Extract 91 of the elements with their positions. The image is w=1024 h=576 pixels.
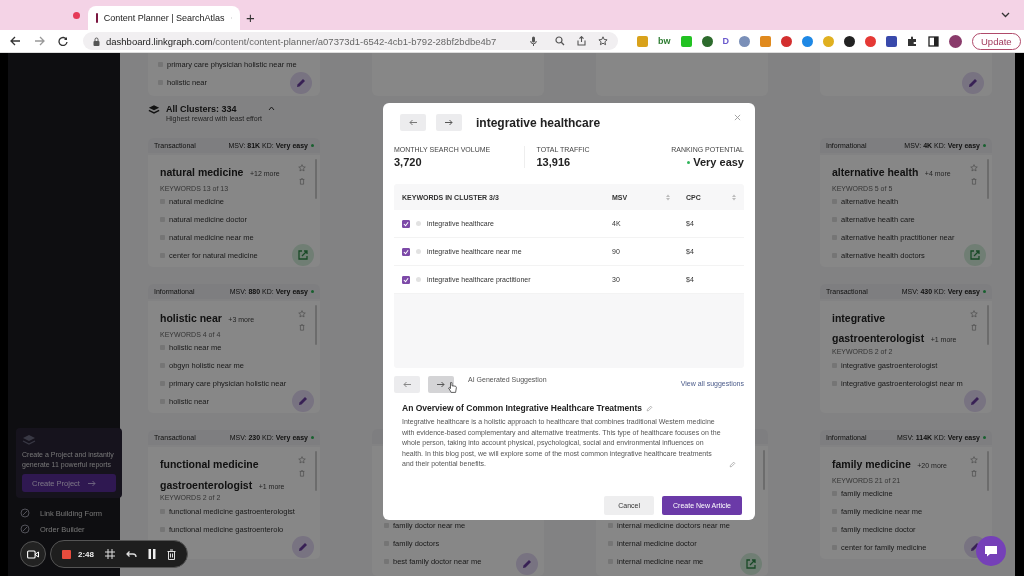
cluster-title: family medicine bbox=[832, 457, 911, 470]
extension-icon[interactable] bbox=[701, 35, 713, 47]
hand-cursor-icon bbox=[448, 382, 457, 393]
edit-button[interactable] bbox=[516, 553, 538, 575]
new-tab-button[interactable]: + bbox=[246, 9, 255, 26]
browser-tab[interactable]: Content Planner | SearchAtlas bbox=[88, 6, 240, 30]
undo-icon[interactable] bbox=[126, 549, 137, 559]
checkbox[interactable] bbox=[402, 247, 410, 256]
star-icon[interactable] bbox=[298, 309, 306, 318]
star-icon[interactable] bbox=[970, 455, 978, 464]
arrow-left-icon bbox=[403, 381, 411, 388]
recording-icon bbox=[73, 12, 80, 19]
chat-icon bbox=[984, 545, 998, 557]
recording-time: 2:48 bbox=[78, 549, 94, 559]
pencil-icon bbox=[969, 394, 981, 407]
cluster-title: integrative gastroenterologist bbox=[832, 311, 925, 345]
status-dot bbox=[311, 289, 314, 293]
suggestion-title: An Overview of Common Integrative Healthcare Treatments bbox=[402, 403, 642, 413]
update-button[interactable]: Update bbox=[972, 32, 1021, 50]
chat-button[interactable] bbox=[976, 536, 1006, 566]
profile-avatar[interactable] bbox=[949, 34, 962, 48]
grid-icon[interactable] bbox=[105, 549, 115, 559]
pencil-icon bbox=[967, 77, 979, 90]
lock-icon bbox=[93, 36, 100, 46]
open-button[interactable] bbox=[292, 243, 314, 266]
pause-icon[interactable] bbox=[148, 549, 156, 559]
back-icon[interactable] bbox=[10, 36, 21, 46]
chevron-down-icon[interactable] bbox=[1001, 12, 1010, 18]
arrow-right-icon bbox=[87, 479, 96, 487]
microphone-icon[interactable] bbox=[530, 36, 537, 46]
checkbox[interactable] bbox=[402, 219, 410, 228]
url-host: dashboard.linkgraph.com bbox=[106, 35, 213, 47]
external-link-icon bbox=[297, 248, 309, 261]
edit-button[interactable] bbox=[962, 72, 984, 95]
arrow-right-icon bbox=[445, 119, 453, 126]
edit-button[interactable] bbox=[292, 389, 314, 412]
url-path: /content/content-planner/a07373d1-6542-4cb1-b792-28bf2bdbe4b7 bbox=[212, 35, 497, 47]
open-button[interactable] bbox=[740, 553, 762, 575]
cluster-title: alternative health bbox=[832, 165, 919, 178]
external-link-icon bbox=[969, 248, 981, 261]
link-icon bbox=[20, 508, 30, 518]
pencil-icon bbox=[521, 558, 533, 570]
arrow-right-icon bbox=[437, 381, 445, 388]
video-camera-icon bbox=[27, 549, 39, 559]
edit-button[interactable] bbox=[964, 389, 986, 412]
star-icon[interactable] bbox=[970, 163, 978, 172]
status-dot bbox=[983, 435, 986, 439]
stat-value: 3,720 bbox=[394, 156, 423, 168]
stat-value: Very easy bbox=[687, 156, 744, 168]
link-icon bbox=[20, 524, 30, 534]
forward-icon[interactable] bbox=[34, 36, 45, 46]
sort-icon bbox=[666, 193, 670, 201]
reload-icon[interactable] bbox=[58, 36, 68, 46]
open-button[interactable] bbox=[964, 243, 986, 266]
address-field[interactable]: dashboard.linkgraph.com/content/content-planner/a07373d1-6542-4cb1-b792-28bf2bdbe4b7 bbox=[83, 32, 618, 50]
cluster-title: functional medicine gastroenterologist bbox=[160, 457, 259, 491]
extension-icon[interactable]: D bbox=[722, 36, 729, 46]
status-dot bbox=[983, 289, 986, 293]
tab-title: Content Planner | SearchAtlas bbox=[103, 13, 225, 23]
share-icon[interactable] bbox=[577, 36, 586, 46]
extension-icon[interactable]: bw bbox=[658, 36, 671, 46]
arrow-left-icon bbox=[409, 119, 417, 126]
pencil-icon bbox=[297, 540, 309, 553]
star-icon[interactable] bbox=[298, 163, 306, 172]
edit-button[interactable] bbox=[290, 72, 312, 95]
dialog-title: integrative healthcare bbox=[476, 115, 601, 130]
puzzle-icon[interactable] bbox=[907, 35, 918, 47]
layers-icon bbox=[22, 433, 36, 446]
caret-up-icon[interactable] bbox=[268, 106, 275, 112]
stat-value: 13,916 bbox=[536, 156, 572, 168]
sort-icon bbox=[732, 193, 736, 201]
star-icon[interactable] bbox=[598, 36, 608, 46]
status-dot bbox=[983, 143, 986, 147]
pencil-icon bbox=[295, 77, 307, 90]
status-dot bbox=[311, 143, 314, 147]
clusters-title: All Clusters: 334 bbox=[166, 104, 238, 115]
extension-icon[interactable] bbox=[886, 35, 897, 47]
edit-button[interactable] bbox=[292, 535, 314, 558]
pencil-icon bbox=[297, 394, 309, 407]
zoom-icon[interactable] bbox=[555, 36, 565, 46]
extension-icon[interactable] bbox=[844, 35, 855, 47]
sidebar-icon[interactable] bbox=[928, 35, 939, 47]
checkbox[interactable] bbox=[402, 275, 410, 284]
star-icon[interactable] bbox=[298, 455, 306, 464]
layers-icon bbox=[148, 104, 160, 116]
cluster-title: natural medicine bbox=[160, 165, 244, 178]
cluster-title: holistic near bbox=[160, 311, 222, 324]
stop-button[interactable] bbox=[62, 549, 71, 559]
status-dot bbox=[311, 435, 314, 439]
external-link-icon bbox=[745, 558, 757, 570]
star-icon[interactable] bbox=[970, 309, 978, 318]
